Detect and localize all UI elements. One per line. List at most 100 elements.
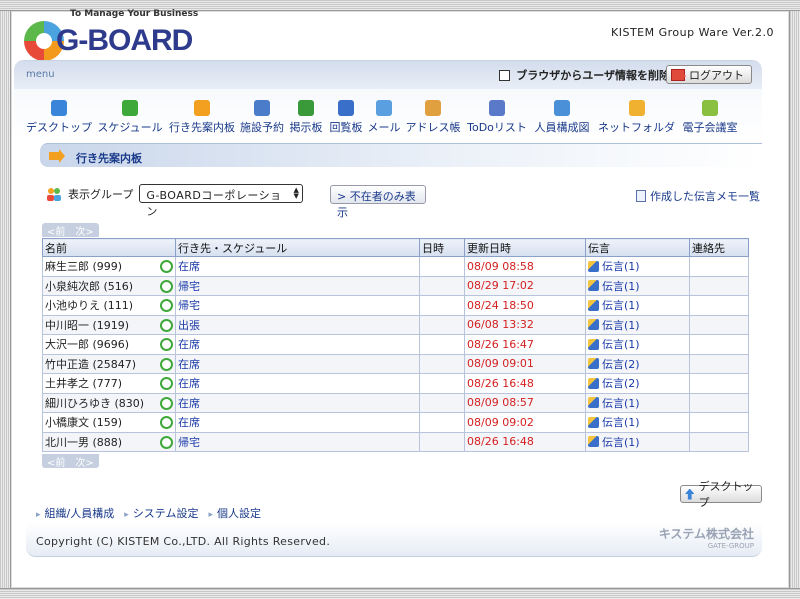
logout-button[interactable]: ログアウト bbox=[666, 65, 752, 84]
status-cell[interactable]: 在席 bbox=[175, 256, 420, 277]
group-label: 表示グループ bbox=[68, 187, 134, 201]
main-nav: デスクトップ スケジュール 行き先案内板 施設予約 掲示板 回覧板 メール アドレス帳 ToDo… bbox=[24, 100, 764, 140]
document-icon bbox=[636, 190, 646, 202]
table-body: 麻生三郎 (999) 在席 08/09 08:58 伝言(1) 小泉純次郎 (516) 帰… bbox=[42, 256, 749, 452]
status-cell[interactable]: 在席 bbox=[175, 373, 420, 394]
schedule-clock-icon[interactable] bbox=[160, 299, 173, 312]
message-link[interactable]: 伝言(1) bbox=[588, 395, 640, 411]
nav-item-label: アドレス帳 bbox=[405, 121, 461, 134]
status-cell[interactable]: 出張 bbox=[175, 314, 420, 335]
message-link[interactable]: 伝言(1) bbox=[588, 278, 640, 294]
contact-cell bbox=[689, 256, 749, 277]
group-select[interactable]: G-BOARDコーポレーション ▲ ▼ bbox=[139, 184, 304, 218]
nav-item-1[interactable]: スケジュール bbox=[94, 100, 166, 140]
clear-user-info-label: ブラウザからユーザ情報を削除 bbox=[516, 69, 670, 82]
status-cell[interactable]: 帰宅 bbox=[175, 275, 420, 296]
schedule-clock-icon[interactable] bbox=[160, 435, 173, 449]
pager-bottom: <前 次> bbox=[42, 454, 99, 469]
nav-item-11[interactable]: 電子会議室 bbox=[679, 100, 741, 140]
message-link[interactable]: 伝言(2) bbox=[588, 356, 640, 372]
pager-prev-button[interactable]: <前 bbox=[42, 454, 70, 469]
message-link[interactable]: 伝言(1) bbox=[588, 414, 640, 430]
nav-item-6[interactable]: メール bbox=[366, 100, 402, 140]
pencil-icon bbox=[588, 280, 599, 291]
schedule-clock-icon[interactable] bbox=[160, 396, 173, 410]
person-name: 小池ゆりえ (111) bbox=[45, 299, 134, 313]
todo-icon bbox=[489, 100, 505, 116]
nav-item-7[interactable]: アドレス帳 bbox=[402, 100, 464, 140]
status-cell[interactable]: 在席 bbox=[175, 392, 420, 413]
alarm-clock-icon bbox=[122, 100, 138, 116]
schedule-clock-icon[interactable] bbox=[160, 338, 173, 351]
nav-item-4[interactable]: 掲示板 bbox=[286, 100, 326, 140]
datetime-cell bbox=[419, 275, 465, 296]
footer-link[interactable]: システム設定 bbox=[124, 505, 199, 521]
schedule-clock-icon[interactable] bbox=[160, 260, 173, 273]
person-name: 大沢一郎 (9696) bbox=[45, 338, 130, 352]
message-link[interactable]: 伝言(1) bbox=[588, 258, 640, 274]
app-version: KISTEM Group Ware Ver.2.0 bbox=[611, 26, 774, 39]
message-cell: 伝言(2) bbox=[585, 353, 690, 374]
status-cell[interactable]: 在席 bbox=[175, 353, 420, 374]
table-row: 細川ひろゆき (830) 在席 08/09 08:57 伝言(1) bbox=[42, 392, 749, 413]
pager-next-label: 次 bbox=[75, 458, 86, 469]
name-cell: 小橋康文 (159) bbox=[42, 412, 176, 433]
nav-item-8[interactable]: ToDoリスト bbox=[464, 100, 530, 140]
message-link[interactable]: 伝言(1) bbox=[588, 297, 640, 313]
table-row: 土井孝之 (777) 在席 08/26 16:48 伝言(2) bbox=[42, 373, 749, 394]
nav-item-2[interactable]: 行き先案内板 bbox=[166, 100, 238, 140]
datetime-cell bbox=[419, 334, 465, 355]
name-cell: 麻生三郎 (999) bbox=[42, 256, 176, 277]
message-link[interactable]: 伝言(1) bbox=[588, 434, 640, 450]
nav-item-3[interactable]: 施設予約 bbox=[238, 100, 286, 140]
schedule-clock-icon[interactable] bbox=[160, 377, 173, 390]
pager-prev-button[interactable]: <前 bbox=[42, 223, 70, 238]
updated-cell: 08/29 17:02 bbox=[464, 275, 586, 296]
nav-item-label: 行き先案内板 bbox=[169, 121, 235, 134]
chat-icon bbox=[702, 100, 718, 116]
name-cell: 細川ひろゆき (830) bbox=[42, 392, 176, 413]
absent-only-button[interactable]: > 不在者のみ表示 bbox=[330, 185, 426, 219]
nav-item-10[interactable]: ネットフォルダ bbox=[594, 100, 679, 140]
name-cell: 小池ゆりえ (111) bbox=[42, 295, 176, 316]
building-icon bbox=[254, 100, 270, 116]
copyright-text: Copyright (C) KISTEM Co.,LTD. All Rights… bbox=[36, 535, 331, 548]
pager-next-button[interactable]: 次> bbox=[70, 223, 98, 238]
status-cell[interactable]: 在席 bbox=[175, 334, 420, 355]
footer-link[interactable]: 個人設定 bbox=[208, 505, 261, 521]
schedule-clock-icon[interactable] bbox=[160, 357, 173, 371]
schedule-clock-icon[interactable] bbox=[160, 318, 173, 332]
message-link[interactable]: 伝言(1) bbox=[588, 336, 640, 352]
status-cell[interactable]: 帰宅 bbox=[175, 295, 420, 316]
clear-user-info-option[interactable]: ブラウザからユーザ情報を削除 bbox=[499, 67, 670, 83]
status-cell[interactable]: 在席 bbox=[175, 412, 420, 433]
schedule-clock-icon[interactable] bbox=[160, 416, 173, 429]
schedule-clock-icon[interactable] bbox=[160, 279, 173, 293]
pager-next-button[interactable]: 次> bbox=[70, 454, 98, 469]
column-header: 日時 bbox=[419, 238, 465, 257]
updated-cell: 08/09 08:58 bbox=[464, 256, 586, 277]
gboard-logo[interactable]: To Manage Your Business G-BOARD bbox=[24, 9, 198, 64]
name-cell: 土井孝之 (777) bbox=[42, 373, 176, 394]
section-header: 行き先案内板 bbox=[40, 143, 762, 167]
nav-item-9[interactable]: 人員構成図 bbox=[530, 100, 594, 140]
nav-item-5[interactable]: 回覧板 bbox=[326, 100, 366, 140]
updated-cell: 08/26 16:47 bbox=[464, 334, 586, 355]
clear-user-info-checkbox[interactable] bbox=[499, 69, 511, 81]
column-header: 更新日時 bbox=[464, 238, 586, 257]
message-label: 伝言(1) bbox=[602, 416, 640, 429]
message-cell: 伝言(1) bbox=[585, 295, 690, 316]
mail-icon bbox=[376, 100, 392, 116]
message-link[interactable]: 伝言(1) bbox=[588, 317, 640, 333]
status-cell[interactable]: 帰宅 bbox=[175, 431, 420, 452]
window-left-border bbox=[0, 11, 11, 588]
memo-list-link[interactable]: 作成した伝言メモ一覧 bbox=[636, 188, 760, 204]
message-link[interactable]: 伝言(2) bbox=[588, 375, 640, 391]
footer-bar: Copyright (C) KISTEM Co.,LTD. All Rights… bbox=[26, 523, 762, 557]
updated-cell: 08/26 16:48 bbox=[464, 431, 586, 452]
nav-item-0[interactable]: デスクトップ bbox=[24, 100, 94, 140]
pencil-icon bbox=[588, 397, 599, 408]
footer-link[interactable]: 組織/人員構成 bbox=[36, 505, 115, 521]
desktop-button[interactable]: デスクトップ bbox=[680, 480, 762, 509]
datetime-cell bbox=[419, 353, 465, 374]
